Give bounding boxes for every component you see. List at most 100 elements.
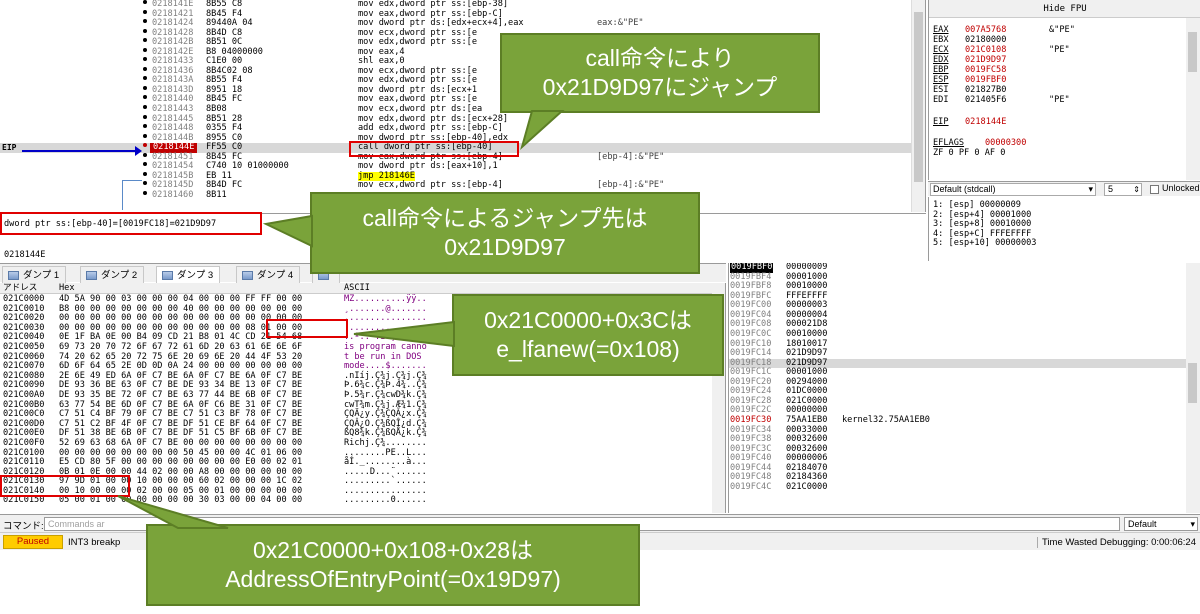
instruction-address: 02181460 — [152, 189, 194, 200]
breakpoint-dot[interactable] — [143, 0, 147, 4]
instruction-bytes: 8B11 — [206, 189, 227, 200]
disassembly-scrollbar[interactable] — [911, 0, 925, 212]
breakpoint-dot[interactable] — [143, 76, 147, 81]
tab-label: ダンプ 1 — [23, 270, 60, 281]
stack-pane[interactable]: 0019FBF0 00000009 0019FBF4 00001000 0019FBF8… — [728, 263, 1200, 513]
argument-count-spinner[interactable]: 5 — [1104, 183, 1142, 196]
argument-row: 1: [esp] 00000009 — [933, 200, 1021, 210]
callout-line: call命令によるジャンプ先は — [362, 205, 648, 232]
hide-fpu-button[interactable]: Hide FPU — [929, 0, 1200, 18]
register-comment: &"PE" — [1049, 25, 1075, 35]
callout-pointer — [353, 320, 455, 348]
instruction-comment: [ebp-4]:&"PE" — [597, 151, 665, 162]
register-name: ESI — [933, 85, 949, 95]
register-name: EBX — [933, 35, 949, 45]
tab-dump-1[interactable]: ダンプ 1 — [2, 266, 67, 283]
eip-label: EIP — [2, 143, 17, 153]
unlocked-label: Unlocked — [1162, 183, 1200, 193]
dump-header: アドレス Hex ASCII — [0, 283, 712, 294]
register-value: 021405F6 — [965, 95, 1007, 105]
breakpoint-dot[interactable] — [143, 171, 147, 176]
register-name: EDX — [933, 55, 949, 65]
breakpoint-dot[interactable] — [143, 190, 147, 195]
register-name: EBP — [933, 65, 949, 75]
memory-icon — [242, 271, 253, 280]
scroll-thumb[interactable] — [1188, 32, 1197, 72]
breakpoint-dot[interactable] — [143, 162, 147, 167]
stack-comment: kernel32.75AA1EB0 — [842, 415, 930, 425]
status-message: INT3 breakp — [68, 537, 121, 548]
command-mode-select[interactable]: Default — [1124, 517, 1198, 531]
registers-scrollbar[interactable] — [1186, 18, 1200, 180]
register-value: 0218144E — [965, 117, 1007, 127]
register-name: ESP — [933, 75, 949, 85]
breakpoint-dot[interactable] — [143, 9, 147, 14]
scroll-thumb[interactable] — [914, 12, 923, 182]
breakpoint-dot[interactable] — [143, 19, 147, 24]
callout-line: 0x21C0000+0x108+0x28は — [252, 537, 534, 564]
unlocked-checkbox[interactable] — [1150, 185, 1159, 194]
eip-arrow — [22, 146, 142, 156]
instruction-comment: [ebp-4]:&"PE" — [597, 180, 665, 191]
breakpoint-dot[interactable] — [143, 152, 147, 157]
callout-line: 0x21D9D97 — [444, 234, 566, 260]
calling-convention-bar: Default (stdcall) 5 Unlocked — [928, 181, 1200, 196]
tab-dump-4[interactable]: ダンプ 4 — [236, 266, 301, 283]
stack-value: 021C0000 — [786, 481, 828, 492]
callout-line: e_lfanew(=0x108) — [496, 336, 680, 362]
time-wasted: Time Wasted Debugging: 0:00:06:24 — [1036, 537, 1196, 548]
instruction-mnemonic: mov ecx,dword ptr ss:[ebp-4] — [358, 180, 503, 191]
register-value: 021827B0 — [965, 85, 1007, 95]
register-value: 00000300 — [985, 138, 1027, 148]
scroll-thumb[interactable] — [1188, 363, 1197, 403]
stack-rows: 0019FBF0 00000009 0019FBF4 00001000 0019FBF8… — [729, 263, 1187, 493]
callout-pointer — [117, 495, 229, 529]
tab-dump-2[interactable]: ダンプ 2 — [80, 266, 145, 283]
breakpoint-dot[interactable] — [143, 85, 147, 90]
callout-entry-point: 0x21C0000+0x108+0x28は AddressOfEntryPoin… — [117, 495, 640, 606]
breakpoint-dot[interactable] — [143, 124, 147, 129]
register-name: EAX — [933, 25, 949, 35]
breakpoint-dot[interactable] — [143, 105, 147, 110]
register-name: ECX — [933, 45, 949, 55]
stack-address: 0019FC4C — [730, 481, 772, 492]
register-value: 007A5768 — [965, 25, 1007, 35]
callout-line: AddressOfEntryPoint(=0x19D97) — [225, 566, 561, 592]
memory-icon — [8, 271, 19, 280]
jump-line — [122, 180, 142, 210]
callout-pointer — [262, 214, 313, 248]
calling-convention-select[interactable]: Default (stdcall) — [930, 183, 1096, 196]
flags-values: ZF 0 PF 0 AF 0 — [933, 148, 1006, 158]
argument-row: 3: [esp+8] 00010000 — [933, 219, 1032, 230]
callout-pointer — [520, 110, 565, 151]
breakpoint-dot[interactable] — [143, 66, 147, 71]
breakpoint-dot[interactable] — [143, 181, 147, 186]
memory-icon — [86, 271, 97, 280]
callout-jump-target: call命令によるジャンプ先は 0x21D9D97 — [262, 192, 700, 274]
breakpoint-dot[interactable] — [143, 143, 147, 148]
stack-scrollbar[interactable] — [1186, 263, 1200, 513]
register-comment: "PE" — [1049, 45, 1070, 55]
register-value: 0019FBF0 — [965, 75, 1007, 85]
col-ascii: ASCII — [344, 283, 370, 293]
breakpoint-dot[interactable] — [143, 38, 147, 43]
dump-address: 021C0150 — [3, 495, 45, 506]
breakpoint-dot[interactable] — [143, 133, 147, 138]
memory-icon — [162, 271, 173, 280]
col-hex: Hex — [59, 283, 75, 293]
callout-e-lfanew: 0x21C0000+0x3Cは e_lfanew(=0x108) — [353, 294, 724, 376]
registers-pane[interactable]: Hide FPU EAX 007A5768 &"PE" EBX 02180000 ECX 0… — [928, 0, 1200, 180]
info-line: dword ptr ss:[ebp-40]=[0019FC18]=021D9D9… — [4, 219, 217, 229]
tab-dump-3[interactable]: ダンプ 3 — [156, 266, 221, 283]
breakpoint-dot[interactable] — [143, 28, 147, 33]
breakpoint-dot[interactable] — [143, 57, 147, 62]
register-name: EDI — [933, 95, 949, 105]
register-name: EFLAGS — [933, 138, 965, 148]
disasm-row[interactable]: 02181454 C740 10 01000000 mov dword ptr ds… — [0, 162, 912, 172]
instruction-comment: eax:&"PE" — [597, 18, 644, 29]
stack-row[interactable]: 0019FC4C 021C0000 — [729, 481, 1187, 493]
callout-line: 0x21C0000+0x3Cは — [484, 307, 692, 334]
breakpoint-dot[interactable] — [143, 114, 147, 119]
breakpoint-dot[interactable] — [143, 95, 147, 100]
breakpoint-dot[interactable] — [143, 47, 147, 52]
